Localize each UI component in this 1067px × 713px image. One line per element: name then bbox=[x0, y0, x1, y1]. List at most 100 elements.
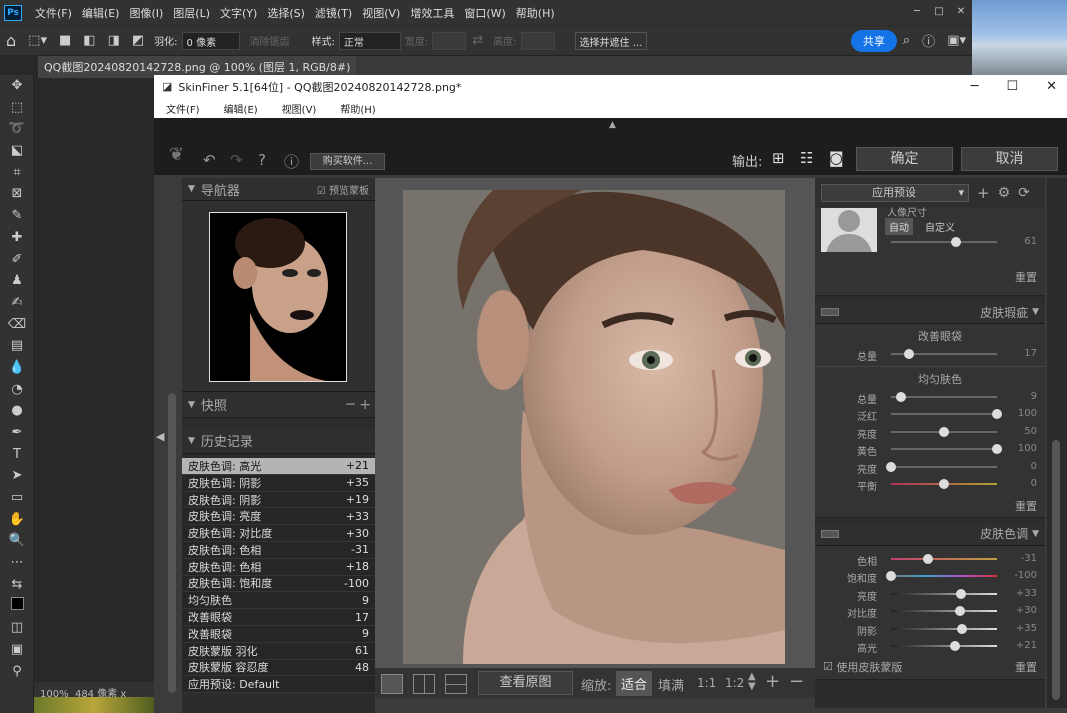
move-tool-icon[interactable]: ✥ bbox=[0, 75, 34, 97]
history-item[interactable]: 皮肤色调: 饱和度 -100 bbox=[182, 575, 375, 593]
settings-icon[interactable]: ⚙ bbox=[998, 185, 1011, 201]
burn-tool-icon[interactable]: ● bbox=[0, 400, 34, 422]
eyedropper-icon[interactable]: ✎ bbox=[0, 205, 34, 227]
custom-button[interactable]: 自定义 bbox=[925, 219, 955, 234]
ps-menu-item[interactable]: 视图(V) bbox=[357, 5, 405, 21]
ps-menu-item[interactable]: 增效工具 bbox=[405, 5, 459, 21]
apply-preset-select[interactable]: 应用预设 ▾ bbox=[821, 184, 969, 202]
sf-menu-item[interactable]: 帮助(H) bbox=[328, 101, 387, 116]
left-scrollbar[interactable] bbox=[168, 393, 176, 693]
redo-icon[interactable]: ↷ bbox=[230, 151, 243, 169]
ps-menu-item[interactable]: 图层(L) bbox=[168, 5, 215, 21]
skin-tone-header[interactable]: 皮肤色调 ▼ bbox=[815, 522, 1045, 546]
zoom-stepper-icon[interactable]: ▲ ▼ bbox=[748, 672, 756, 692]
path-select-icon[interactable]: ➤ bbox=[0, 465, 34, 487]
history-item[interactable]: 皮肤色调: 高光 +21 bbox=[182, 458, 375, 475]
rectangle-tool-icon[interactable]: ▭ bbox=[0, 487, 34, 509]
slider-track[interactable] bbox=[891, 575, 997, 577]
split-vertical-icon[interactable] bbox=[413, 674, 435, 694]
pen-tool-icon[interactable]: ✒ bbox=[0, 422, 34, 444]
quick-mask-icon[interactable]: ◫ bbox=[0, 617, 34, 639]
ps-menu-item[interactable]: 帮助(H) bbox=[511, 5, 560, 21]
slider-track[interactable] bbox=[891, 592, 997, 595]
navigator-thumbnail[interactable] bbox=[209, 212, 347, 382]
slider-track[interactable] bbox=[891, 610, 997, 612]
portrait-slider-track[interactable] bbox=[891, 241, 997, 243]
slider-knob[interactable] bbox=[923, 553, 934, 564]
ps-minimize-icon[interactable]: ─ bbox=[906, 6, 928, 20]
lasso-tool-icon[interactable]: ➰ bbox=[0, 118, 34, 140]
left-collapse-icon[interactable]: ◀ bbox=[156, 430, 164, 443]
eraser-icon[interactable]: ⌫ bbox=[0, 314, 34, 336]
share-button[interactable]: 共享 bbox=[850, 29, 897, 52]
split-horizontal-icon[interactable] bbox=[445, 674, 467, 694]
healing-brush-icon[interactable]: ✚ bbox=[0, 227, 34, 249]
slider-knob[interactable] bbox=[949, 641, 960, 651]
history-item[interactable]: 皮肤色调: 阴影 +19 bbox=[182, 491, 375, 509]
workspace-icon[interactable]: ▣▾ bbox=[947, 33, 966, 48]
fit-button[interactable]: 适合 bbox=[616, 671, 653, 696]
slider-knob[interactable] bbox=[939, 426, 949, 437]
help-icon[interactable]: ⓘ bbox=[922, 31, 935, 50]
antialias-checkbox[interactable]: 消除锯齿 bbox=[250, 33, 290, 48]
slider-knob[interactable] bbox=[954, 606, 965, 616]
blur-tool-icon[interactable]: 💧 bbox=[0, 357, 34, 379]
ok-button[interactable]: 确定 bbox=[856, 147, 953, 171]
history-item[interactable]: 改善眼袋 9 bbox=[182, 625, 375, 643]
crop-tool-icon[interactable]: ⌗ bbox=[0, 162, 34, 184]
slider-knob[interactable] bbox=[939, 479, 949, 489]
slider-track[interactable] bbox=[891, 645, 997, 647]
skin-tone-toggle[interactable] bbox=[821, 529, 839, 538]
history-brush-icon[interactable]: ✍ bbox=[0, 292, 34, 314]
slider-track[interactable] bbox=[891, 413, 997, 415]
reset-button[interactable]: 重置 bbox=[815, 497, 1045, 517]
history-item[interactable]: 均匀肤色 9 bbox=[182, 592, 375, 610]
reset-button[interactable]: 重置 bbox=[1015, 268, 1045, 288]
navigator-header[interactable]: ▼ 导航器 ☑ 预览蒙板 bbox=[182, 178, 375, 201]
cancel-button[interactable]: 取消 bbox=[961, 147, 1058, 171]
ps-menu-item[interactable]: 图像(I) bbox=[124, 5, 168, 21]
slider-track[interactable] bbox=[891, 395, 997, 398]
swap-icon[interactable]: ⇄ bbox=[472, 33, 483, 48]
buy-button[interactable]: 购买软件... bbox=[310, 153, 385, 170]
slider-knob[interactable] bbox=[886, 571, 896, 581]
ps-menu-item[interactable]: 选择(S) bbox=[262, 5, 310, 21]
info-icon[interactable]: ⓘ bbox=[284, 151, 299, 172]
intersect-selection-icon[interactable]: ◩ bbox=[132, 33, 144, 48]
help-icon[interactable]: ? bbox=[258, 151, 266, 169]
sf-close-icon[interactable]: ✕ bbox=[1046, 79, 1057, 94]
sf-minimize-icon[interactable]: ─ bbox=[971, 79, 979, 94]
history-header[interactable]: ▼ 历史记录 bbox=[182, 428, 375, 454]
collapse-top-icon[interactable]: ▲ bbox=[609, 120, 616, 130]
right-scrollbar-thumb[interactable] bbox=[1052, 440, 1060, 700]
remove-snapshot-icon[interactable]: ─ bbox=[346, 397, 354, 413]
slider-track[interactable] bbox=[891, 448, 997, 450]
slider-track[interactable] bbox=[891, 557, 997, 560]
preview-mask-checkbox[interactable]: ☑ bbox=[317, 186, 326, 197]
frame-tool-icon[interactable]: ⊠ bbox=[0, 183, 34, 205]
slider-knob[interactable] bbox=[992, 444, 1002, 454]
height-input[interactable] bbox=[520, 31, 555, 50]
ps-maximize-icon[interactable]: □ bbox=[928, 6, 950, 20]
ps-menu-item[interactable]: 文件(F) bbox=[30, 5, 77, 21]
auto-button[interactable]: 自动 bbox=[885, 218, 913, 235]
add-selection-icon[interactable]: ◧ bbox=[83, 33, 95, 48]
feather-input[interactable]: 0 像素 bbox=[181, 31, 240, 50]
fill-button[interactable]: 填满 bbox=[658, 675, 684, 694]
history-item[interactable]: 皮肤色调: 色相 -31 bbox=[182, 541, 375, 559]
add-preset-icon[interactable]: + bbox=[977, 184, 990, 202]
type-tool-icon[interactable]: T bbox=[0, 444, 34, 466]
blemish-toggle[interactable] bbox=[821, 308, 839, 316]
slider-track[interactable] bbox=[891, 465, 997, 468]
ps-menu-item[interactable]: 窗口(W) bbox=[459, 5, 510, 21]
undo-icon[interactable]: ↶ bbox=[203, 151, 216, 169]
subtract-selection-icon[interactable]: ◨ bbox=[108, 33, 120, 48]
slider-knob[interactable] bbox=[955, 588, 966, 599]
history-item[interactable]: 皮肤色调: 阴影 +35 bbox=[182, 474, 375, 492]
ps-menu-item[interactable]: 滤镜(T) bbox=[310, 5, 357, 21]
refresh-icon[interactable]: ⟳ bbox=[1018, 185, 1030, 201]
screen-mode-icon[interactable]: ▣ bbox=[0, 639, 34, 661]
dodge-tool-icon[interactable]: ◔ bbox=[0, 379, 34, 401]
extras-icon[interactable]: ⚲ bbox=[0, 661, 34, 683]
slider-track[interactable] bbox=[891, 627, 997, 630]
